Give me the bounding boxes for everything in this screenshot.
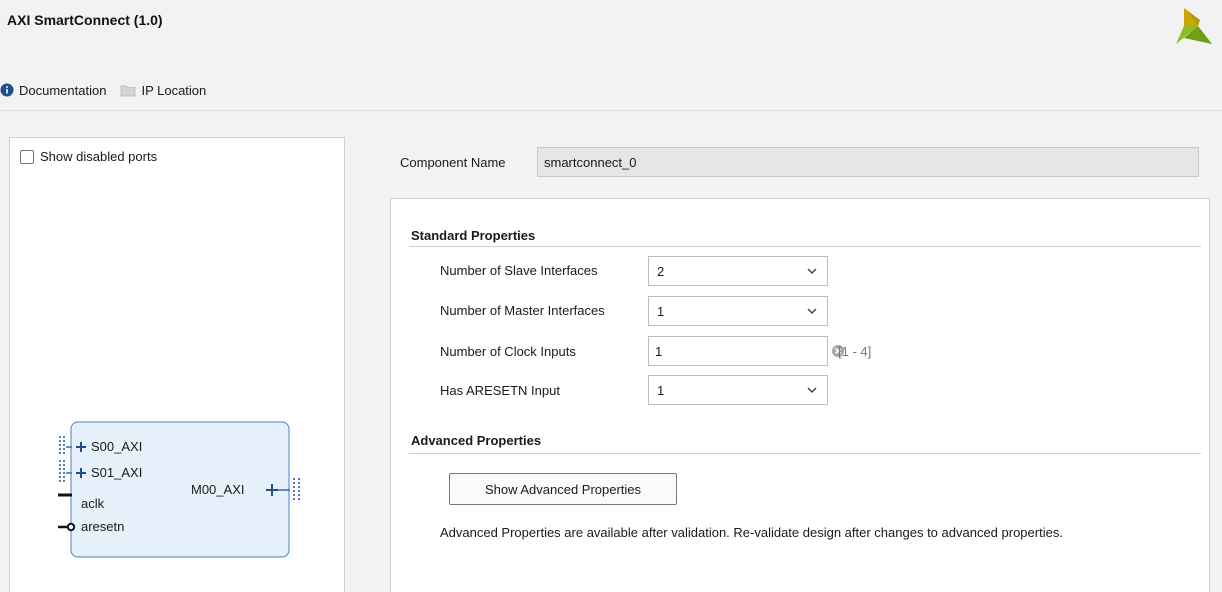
advanced-properties-title: Advanced Properties	[411, 433, 542, 448]
port-aclk[interactable]: aclk	[58, 493, 105, 511]
port-label-s00-axi: S00_AXI	[91, 439, 142, 454]
port-label-aclk: aclk	[81, 496, 105, 511]
clock-inputs-range: [1 - 4]	[838, 344, 872, 359]
slave-interfaces-value: 2	[657, 263, 665, 279]
folder-icon	[120, 84, 136, 97]
has-aresetn-value: 1	[657, 382, 665, 398]
port-label-s01-axi: S01_AXI	[91, 465, 142, 480]
slave-interfaces-select[interactable]: 2	[648, 256, 828, 286]
toolbar-divider	[0, 110, 1222, 111]
port-label-m00-axi: M00_AXI	[191, 482, 244, 497]
has-aresetn-label: Has ARESETN Input	[440, 383, 560, 398]
show-advanced-properties-button[interactable]: Show Advanced Properties	[449, 473, 677, 505]
port-aresetn[interactable]: aresetn	[58, 519, 124, 534]
component-name-field[interactable]	[537, 147, 1199, 177]
xilinx-logo-icon	[1176, 8, 1212, 44]
has-aresetn-select[interactable]: 1	[648, 375, 828, 405]
slave-interfaces-label: Number of Slave Interfaces	[440, 263, 598, 278]
component-name-label: Component Name	[400, 155, 506, 170]
ip-symbol-panel: Show disabled ports S00_AXI S01_AXI aclk…	[9, 137, 345, 592]
info-icon	[0, 83, 14, 97]
ip-customization-window: AXI SmartConnect (1.0) Documentation IP …	[0, 0, 1222, 592]
page-title: AXI SmartConnect (1.0)	[7, 12, 163, 28]
chevron-down-icon	[805, 264, 819, 278]
standard-properties-title: Standard Properties	[411, 228, 536, 243]
documentation-link[interactable]: Documentation	[0, 83, 106, 98]
advanced-properties-divider	[409, 453, 1201, 454]
master-interfaces-label: Number of Master Interfaces	[440, 303, 605, 318]
toolbar: Documentation IP Location	[0, 80, 220, 100]
clock-inputs-input[interactable]	[655, 343, 831, 359]
port-label-aresetn: aresetn	[81, 519, 124, 534]
standard-properties-divider	[409, 246, 1201, 247]
master-interfaces-select[interactable]: 1	[648, 296, 828, 326]
properties-panel: Standard Properties Number of Slave Inte…	[390, 198, 1210, 592]
ip-location-link[interactable]: IP Location	[120, 83, 206, 98]
advanced-properties-note: Advanced Properties are available after …	[440, 525, 1063, 540]
chevron-down-icon	[805, 304, 819, 318]
ip-location-label: IP Location	[141, 82, 207, 98]
chevron-down-icon	[805, 383, 819, 397]
ip-block-diagram: S00_AXI S01_AXI aclk aresetn M00_AXI	[58, 421, 300, 558]
documentation-label: Documentation	[19, 82, 107, 98]
master-interfaces-value: 1	[657, 303, 665, 319]
clock-inputs-label: Number of Clock Inputs	[440, 344, 576, 359]
clock-inputs-field[interactable]	[648, 336, 844, 366]
